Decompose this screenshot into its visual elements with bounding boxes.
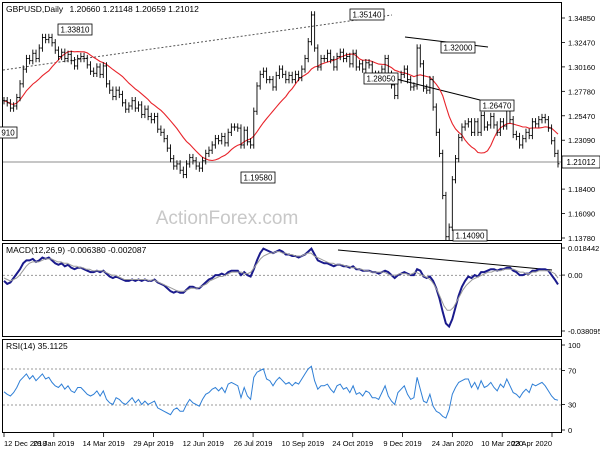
macd-tick-label: -0.038095	[568, 327, 600, 336]
price-tick-label: 1.23090	[568, 136, 595, 145]
chart-svg: ActionForex.com GBPUSD,Daily 1.20660 1.2…	[0, 2, 600, 448]
price-tick-label: 1.18400	[568, 185, 595, 194]
price-tick-label: 1.13780	[568, 234, 595, 243]
rsi-tick-label: 0	[568, 426, 572, 435]
x-tick-label: 14 Mar 2019	[83, 439, 125, 448]
price-tick-label: 1.32470	[568, 38, 595, 47]
current-price-tag: 1.21012	[561, 155, 600, 169]
macd-panel-frame	[2, 243, 562, 337]
current-price-label: 1.21012	[567, 158, 596, 167]
rsi-tick-label: 30	[568, 401, 576, 410]
x-tick-label: 9 Dec 2019	[383, 439, 421, 448]
watermark: ActionForex.com	[156, 208, 299, 229]
x-tick-label: 29 Apr 2019	[133, 439, 173, 448]
annotation-label: 910	[1, 129, 15, 138]
x-tick-label: 10 Sep 2019	[282, 439, 325, 448]
annotation-label: 1.19580	[244, 174, 273, 183]
rsi-panel-frame	[2, 339, 562, 433]
x-tick-label: 12 Jun 2019	[183, 439, 224, 448]
macd-tick-label: 0.018442	[568, 244, 599, 253]
rsi-axis: 100 70 30 0	[561, 341, 581, 435]
annotation-high-1: 1.33810	[57, 23, 93, 36]
rsi-tick-label: 100	[568, 341, 581, 350]
annotation-low-2: 1.14090	[452, 229, 488, 242]
x-tick-label: 26 Jul 2019	[234, 439, 273, 448]
x-tick-label: 29 Jan 2019	[33, 439, 74, 448]
x-tick-label: 23 Apr 2020	[512, 439, 552, 448]
chart-root: ActionForex.com GBPUSD,Daily 1.20660 1.2…	[0, 0, 600, 450]
annotation-label: 1.26470	[483, 102, 512, 111]
macd-tick-label: 0.00	[568, 271, 583, 280]
price-tick-label: 1.30160	[568, 63, 595, 72]
price-axis: 1.34850 1.32470 1.30160 1.27780 1.25470 1.230…	[561, 14, 595, 243]
macd-header: MACD(12,26,9) -0.006380 -0.002087	[6, 245, 147, 255]
annotation-label: 1.35140	[353, 11, 382, 20]
price-tick-label: 1.27780	[568, 87, 595, 96]
annotation-high-2: 1.35140	[349, 8, 385, 21]
x-axis: 12 Dec 201829 Jan 2019 14 Mar 2019 29 Apr …	[3, 433, 553, 448]
annotation-label: 1.28050	[367, 75, 396, 84]
x-tick-label: 24 Oct 2019	[332, 439, 373, 448]
annotation-high-3: 1.32000	[440, 41, 476, 54]
macd-axis: 0.018442 0.00 -0.038095	[561, 244, 600, 336]
rsi-tick-label: 70	[568, 367, 576, 376]
price-header: GBPUSD,Daily 1.20660 1.21148 1.20659 1.2…	[6, 4, 199, 14]
annotation-label: 1.14090	[456, 232, 485, 241]
x-tick-label: 24 Jan 2020	[432, 439, 473, 448]
price-tick-label: 1.16090	[568, 210, 595, 219]
annotation-low-1: 1.19580	[240, 171, 276, 184]
annotation-label: 1.32000	[444, 44, 473, 53]
rsi-header: RSI(14) 35.1125	[6, 341, 68, 351]
annotation-mid-2: 1.26470	[479, 99, 515, 112]
annotation-left-edge: 910	[0, 126, 18, 139]
symbol-label: GBPUSD,Daily	[6, 4, 64, 14]
price-tick-label: 1.34850	[568, 14, 595, 23]
ohlc-label: 1.20660 1.21148 1.20659 1.21012	[70, 4, 200, 14]
price-tick-label: 1.25470	[568, 112, 595, 121]
annotation-mid-1: 1.28050	[363, 72, 399, 85]
annotation-label: 1.33810	[61, 26, 90, 35]
